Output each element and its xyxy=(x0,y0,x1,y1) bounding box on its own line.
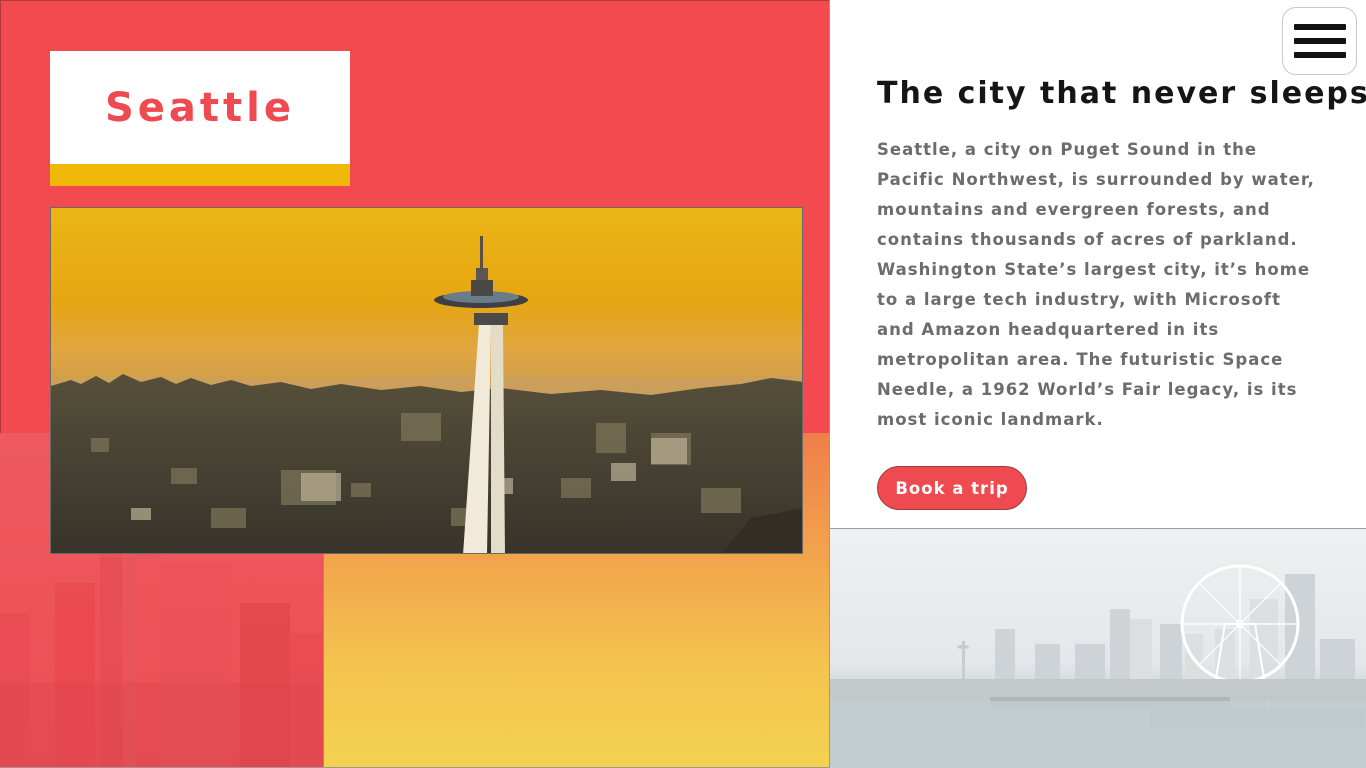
left-panel: Seattle xyxy=(0,0,830,768)
waterfront-photo xyxy=(830,528,1366,768)
hamburger-menu-icon xyxy=(1293,24,1346,30)
city-title-card: Seattle xyxy=(50,51,350,164)
space-needle-photo xyxy=(50,207,803,554)
book-trip-button[interactable]: Book a trip xyxy=(877,466,1027,510)
hamburger-menu-icon-bar-2 xyxy=(1293,38,1346,44)
section-heading: The city that never sleeps xyxy=(877,76,1366,111)
city-description: Seattle, a city on Puget Sound in the Pa… xyxy=(877,140,1315,429)
hamburger-menu-button[interactable] xyxy=(1282,7,1357,75)
title-accent-bar xyxy=(50,164,350,186)
hamburger-menu-icon-bar-3 xyxy=(1293,52,1346,58)
page: Seattle The city that never sleeps Seatt… xyxy=(0,0,1366,768)
city-title: Seattle xyxy=(104,84,295,131)
